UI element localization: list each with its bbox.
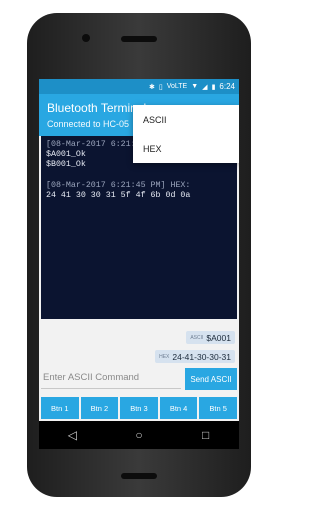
terminal-output[interactable]: [08-Mar-2017 6:21:17 PM] ASCII: $A001_Ok $… xyxy=(41,136,237,319)
battery-icon: ▮ xyxy=(211,83,216,91)
home-icon[interactable]: ○ xyxy=(129,428,149,442)
sent-message-hex: HEX 24-41-30-30-31 xyxy=(155,350,235,363)
command-input[interactable] xyxy=(41,367,181,389)
btn-4-button[interactable]: Btn 4 xyxy=(159,397,198,419)
clock: 6:24 xyxy=(219,82,235,91)
send-ascii-button[interactable]: Send ASCII xyxy=(185,368,237,390)
sent-message-value: 24-41-30-30-31 xyxy=(172,351,231,362)
navigation-bar: ◁ ○ □ xyxy=(39,421,239,449)
terminal-spacer xyxy=(46,170,232,181)
sent-message-ascii: ASCII $A001 xyxy=(186,331,235,344)
volte-label: VoLTE xyxy=(166,83,188,90)
bluetooth-icon: ✱ xyxy=(149,83,155,91)
app-title: Bluetooth Terminal xyxy=(47,101,147,115)
wifi-icon: ▼ xyxy=(191,83,199,90)
connection-status: Connected to HC-05 xyxy=(47,119,130,129)
button-row: Btn 1 Btn 2 Btn 3 Btn 4 Btn 5 xyxy=(41,397,237,419)
btn-2-button[interactable]: Btn 2 xyxy=(80,397,119,419)
menu-item-hex[interactable]: HEX xyxy=(133,134,239,163)
bottom-speaker xyxy=(121,473,157,479)
recents-icon[interactable]: □ xyxy=(196,428,216,442)
vibrate-icon: ▯ xyxy=(158,83,163,91)
menu-item-ascii[interactable]: ASCII xyxy=(133,105,239,134)
back-icon[interactable]: ◁ xyxy=(62,428,82,442)
phone-frame: ✱ ▯ VoLTE ▼ ◢ ▮ 6:24 Bluetooth Terminal … xyxy=(27,13,251,497)
terminal-timestamp-line: [08-Mar-2017 6:21:45 PM] HEX: xyxy=(46,181,191,190)
mode-dropdown-menu: ASCII HEX xyxy=(133,105,239,163)
sent-message-tag: HEX xyxy=(159,353,170,360)
btn-3-button[interactable]: Btn 3 xyxy=(120,397,158,419)
sent-message-tag: ASCII xyxy=(190,334,204,341)
screen: ✱ ▯ VoLTE ▼ ◢ ▮ 6:24 Bluetooth Terminal … xyxy=(39,79,239,421)
front-camera xyxy=(82,34,90,42)
earpiece-speaker xyxy=(121,36,157,42)
sent-message-value: $A001 xyxy=(206,332,231,343)
btn-5-button[interactable]: Btn 5 xyxy=(199,397,237,419)
btn-1-button[interactable]: Btn 1 xyxy=(41,397,79,419)
terminal-data-line: 24 41 30 30 31 5f 4f 6b 0d 0a xyxy=(46,191,191,200)
signal-icon: ◢ xyxy=(202,83,208,91)
status-bar: ✱ ▯ VoLTE ▼ ◢ ▮ 6:24 xyxy=(39,79,239,94)
